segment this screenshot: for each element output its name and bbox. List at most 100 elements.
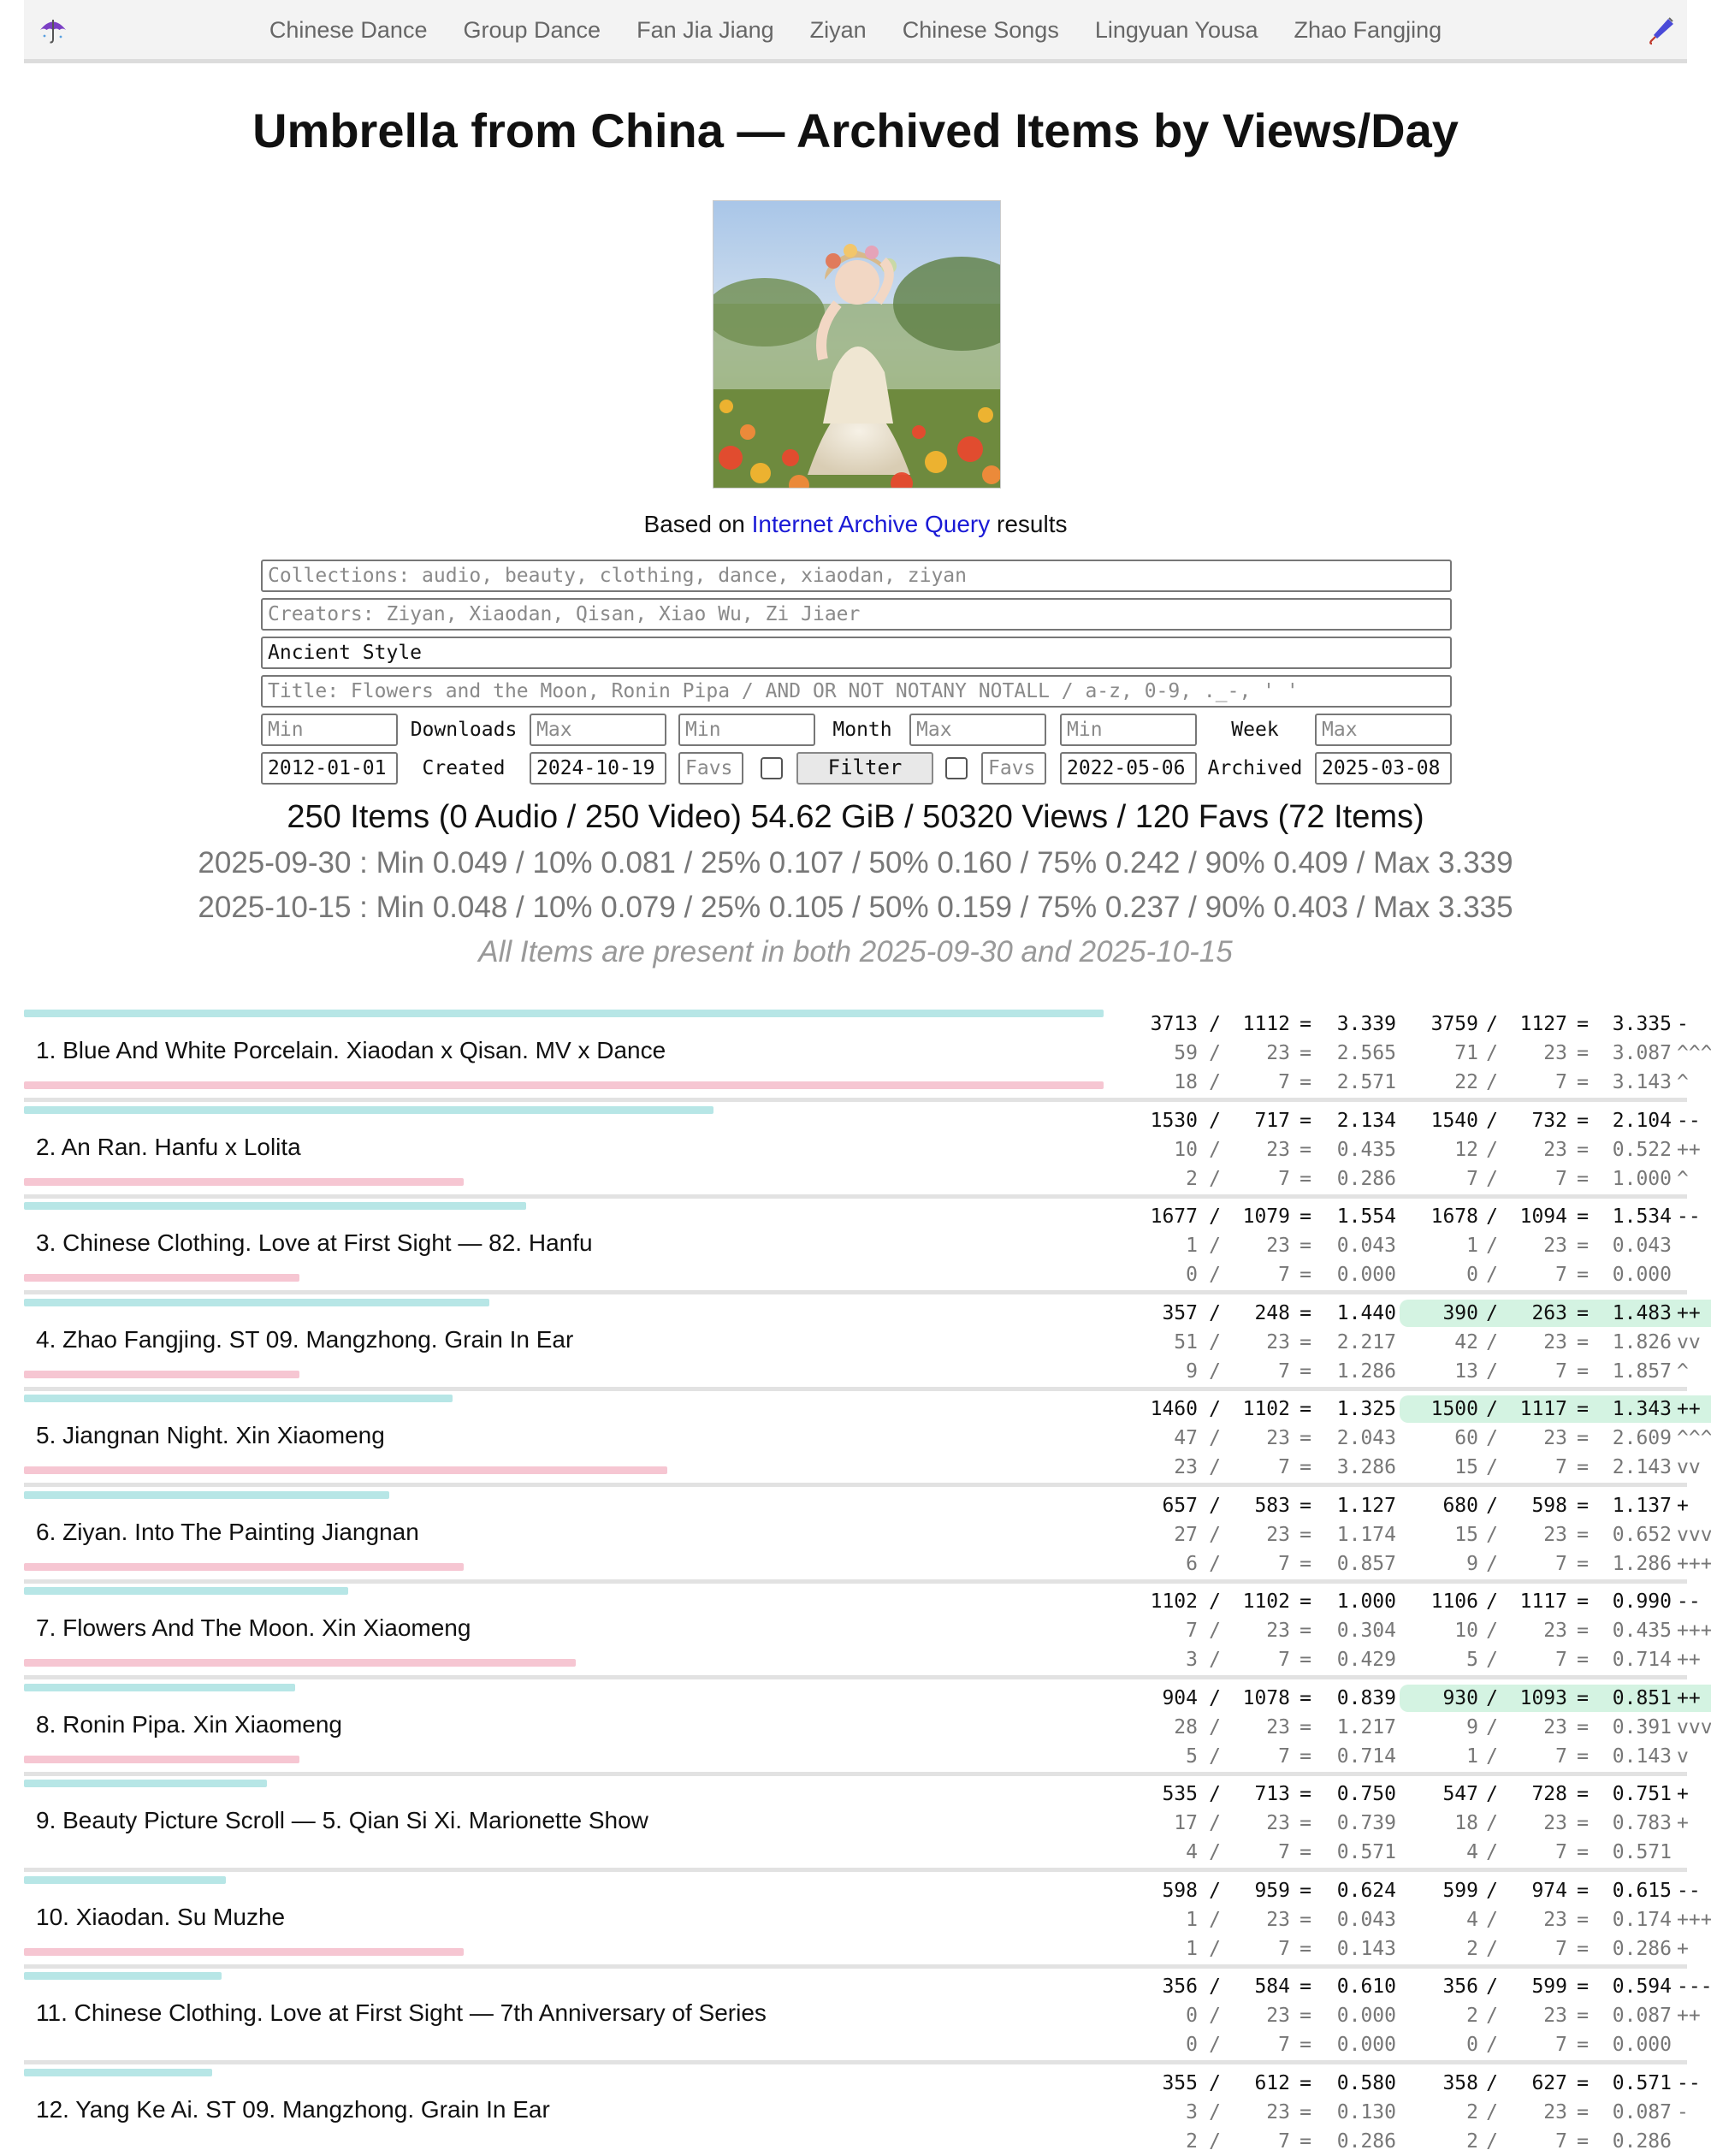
- rate-new: 0.391: [1612, 1716, 1672, 1738]
- nav-link-chinese-dance[interactable]: Chinese Dance: [269, 17, 428, 44]
- week-max-input[interactable]: Max: [1315, 714, 1452, 746]
- item-title-link[interactable]: 4. Zhao Fangjing. ST 09. Mangzhong. Grai…: [36, 1326, 573, 1353]
- equals-sign: =: [1577, 1841, 1589, 1863]
- days-old: 7: [1278, 1553, 1290, 1575]
- views-new: 2: [1466, 2130, 1478, 2153]
- hero-image[interactable]: [713, 200, 1001, 489]
- item-title-link[interactable]: 1. Blue And White Porcelain. Xiaodan x Q…: [36, 1037, 666, 1064]
- rate-new: 1.534: [1612, 1205, 1672, 1228]
- favs-min-checkbox[interactable]: [761, 757, 783, 779]
- archived-from-input[interactable]: 2022-05-06: [1060, 752, 1197, 785]
- equals-sign: =: [1577, 2130, 1589, 2153]
- rate-new: 1.137: [1612, 1495, 1672, 1517]
- divider-slash: /: [1209, 1841, 1221, 1863]
- days-old: 248: [1254, 1302, 1290, 1324]
- equals-sign: =: [1577, 1553, 1589, 1575]
- week-stats-row: 2 7 0.286 7 7 1.000 ^ / = / =: [1119, 1164, 1689, 1194]
- views-old: 2: [1186, 1168, 1198, 1190]
- divider-slash: /: [1209, 1938, 1221, 1960]
- item-row[interactable]: 3. Chinese Clothing. Love at First Sight…: [24, 1199, 1701, 1294]
- favs-max-checkbox[interactable]: [945, 757, 968, 779]
- month-min-input[interactable]: Min: [678, 714, 815, 746]
- item-title-link[interactable]: 9. Beauty Picture Scroll — 5. Qian Si Xi…: [36, 1807, 648, 1834]
- rate-old: 0.000: [1336, 1264, 1396, 1286]
- divider-slash: /: [1209, 1139, 1221, 1161]
- equals-sign: =: [1300, 1841, 1311, 1863]
- equals-sign: =: [1577, 1331, 1589, 1353]
- divider-slash: /: [1209, 1812, 1221, 1834]
- equals-sign: =: [1300, 1205, 1311, 1228]
- days-new: 7: [1555, 1649, 1567, 1671]
- month-stats-row: 0 23 0.000 2 23 0.087 ++ / = / =: [1119, 2001, 1701, 2030]
- rate-new: 3.143: [1612, 1071, 1672, 1093]
- created-to-input[interactable]: 2024-10-19: [530, 752, 666, 785]
- item-row[interactable]: 10. Xiaodan. Su Muzhe 598 959 0.624 599 974 0.…: [24, 1873, 1711, 1969]
- views-per-day-bar: [24, 1587, 348, 1595]
- archived-to-input[interactable]: 2025-03-08: [1315, 752, 1452, 785]
- downloads-max-input[interactable]: Max: [530, 714, 666, 746]
- item-row[interactable]: 5. Jiangnan Night. Xin Xiaomeng 1460 1102 1…: [24, 1391, 1711, 1487]
- item-title-link[interactable]: 6. Ziyan. Into The Painting Jiangnan: [36, 1519, 419, 1546]
- nav-link-ziyan[interactable]: Ziyan: [810, 17, 867, 44]
- collections-input[interactable]: Collections: audio, beauty, clothing, da…: [261, 560, 1452, 592]
- divider-slash: /: [1209, 1495, 1221, 1517]
- rate-old: 1.174: [1336, 1524, 1396, 1546]
- month-max-input[interactable]: Max: [909, 714, 1046, 746]
- item-title-link[interactable]: 11. Chinese Clothing. Love at First Sigh…: [36, 1999, 767, 2027]
- item-row[interactable]: 2. An Ran. Hanfu x Lolita 1530 717 2.134 154…: [24, 1103, 1701, 1199]
- creators-input[interactable]: Creators: Ziyan, Xiaodan, Qisan, Xiao Wu…: [261, 598, 1452, 631]
- subject-input[interactable]: Ancient Style: [261, 637, 1452, 669]
- item-title-link[interactable]: 8. Ronin Pipa. Xin Xiaomeng: [36, 1711, 342, 1738]
- item-row[interactable]: 6. Ziyan. Into The Painting Jiangnan 657 5…: [24, 1488, 1711, 1584]
- item-row[interactable]: 9. Beauty Picture Scroll — 5. Qian Si Xi…: [24, 1776, 1689, 1872]
- item-title-link[interactable]: 2. An Ran. Hanfu x Lolita: [36, 1134, 301, 1161]
- title-input[interactable]: Title: Flowers and the Moon, Ronin Pipa …: [261, 675, 1452, 708]
- equals-sign: =: [1300, 1687, 1311, 1709]
- rate-new: 0.000: [1612, 1264, 1672, 1286]
- nav-link-group-dance[interactable]: Group Dance: [463, 17, 601, 44]
- rate-new: 0.043: [1612, 1235, 1672, 1257]
- month-label: Month: [832, 719, 892, 741]
- rate-old: 0.286: [1336, 1168, 1396, 1190]
- item-title-link[interactable]: 3. Chinese Clothing. Love at First Sight…: [36, 1229, 593, 1257]
- item-row[interactable]: 7. Flowers And The Moon. Xin Xiaomeng 110…: [24, 1584, 1711, 1679]
- rate-old: 3.286: [1336, 1456, 1396, 1478]
- item-title-link[interactable]: 12. Yang Ke Ai. ST 09. Mangzhong. Grain …: [36, 2096, 550, 2123]
- item-row[interactable]: 4. Zhao Fangjing. ST 09. Mangzhong. Grai…: [24, 1295, 1711, 1391]
- week-min-input[interactable]: Min: [1060, 714, 1197, 746]
- views-new: 930: [1442, 1687, 1478, 1709]
- created-from-input[interactable]: 2012-01-01: [261, 752, 398, 785]
- nav-link-zhao-fangjing[interactable]: Zhao Fangjing: [1294, 17, 1442, 44]
- equals-sign: =: [1577, 1716, 1589, 1738]
- archived-label: Archived: [1207, 757, 1303, 779]
- divider-slash: /: [1486, 2130, 1498, 2153]
- item-row[interactable]: 12. Yang Ke Ai. ST 09. Mangzhong. Grain …: [24, 2065, 1701, 2156]
- filter-button[interactable]: Filter: [796, 752, 933, 785]
- views-new: 1540: [1430, 1110, 1478, 1132]
- item-row[interactable]: 8. Ronin Pipa. Xin Xiaomeng 904 1078 0.839 9…: [24, 1680, 1711, 1776]
- internet-archive-query-link[interactable]: Internet Archive Query: [752, 511, 991, 537]
- views-old: 2: [1186, 2130, 1198, 2153]
- item-title-link[interactable]: 7. Flowers And The Moon. Xin Xiaomeng: [36, 1614, 471, 1642]
- downloads-min-input[interactable]: Min: [261, 714, 398, 746]
- days-new: 7: [1555, 1938, 1567, 1960]
- closed-umbrella-icon[interactable]: [1646, 15, 1677, 46]
- favs-min-input[interactable]: Favs: [678, 752, 743, 785]
- item-title-link[interactable]: 5. Jiangnan Night. Xin Xiaomeng: [36, 1422, 385, 1449]
- nav-link-fan-jia-jiang[interactable]: Fan Jia Jiang: [636, 17, 774, 44]
- divider-slash: /: [1486, 1841, 1498, 1863]
- trend-indicator: +++: [1677, 1553, 1711, 1575]
- total-stats-row: 1102 1102 1.000 1106 1117 0.990 -- / = / =: [1119, 1587, 1701, 1616]
- rate-new: 0.783: [1612, 1812, 1672, 1834]
- rate-old: 1.325: [1336, 1398, 1396, 1420]
- item-row[interactable]: 11. Chinese Clothing. Love at First Sigh…: [24, 1969, 1711, 2064]
- divider-slash: /: [1209, 2101, 1221, 2123]
- week-stats-row: 0 7 0.000 0 7 0.000 / = / =: [1119, 2030, 1687, 2059]
- favs-max-input[interactable]: Favs: [981, 752, 1046, 785]
- item-title-link[interactable]: 10. Xiaodan. Su Muzhe: [36, 1904, 285, 1931]
- views-old: 1102: [1150, 1590, 1198, 1613]
- item-row[interactable]: 1. Blue And White Porcelain. Xiaodan x Q…: [24, 1006, 1711, 1102]
- nav-link-lingyuan-yousa[interactable]: Lingyuan Yousa: [1095, 17, 1258, 44]
- views-old: 535: [1162, 1783, 1198, 1805]
- nav-link-chinese-songs[interactable]: Chinese Songs: [903, 17, 1059, 44]
